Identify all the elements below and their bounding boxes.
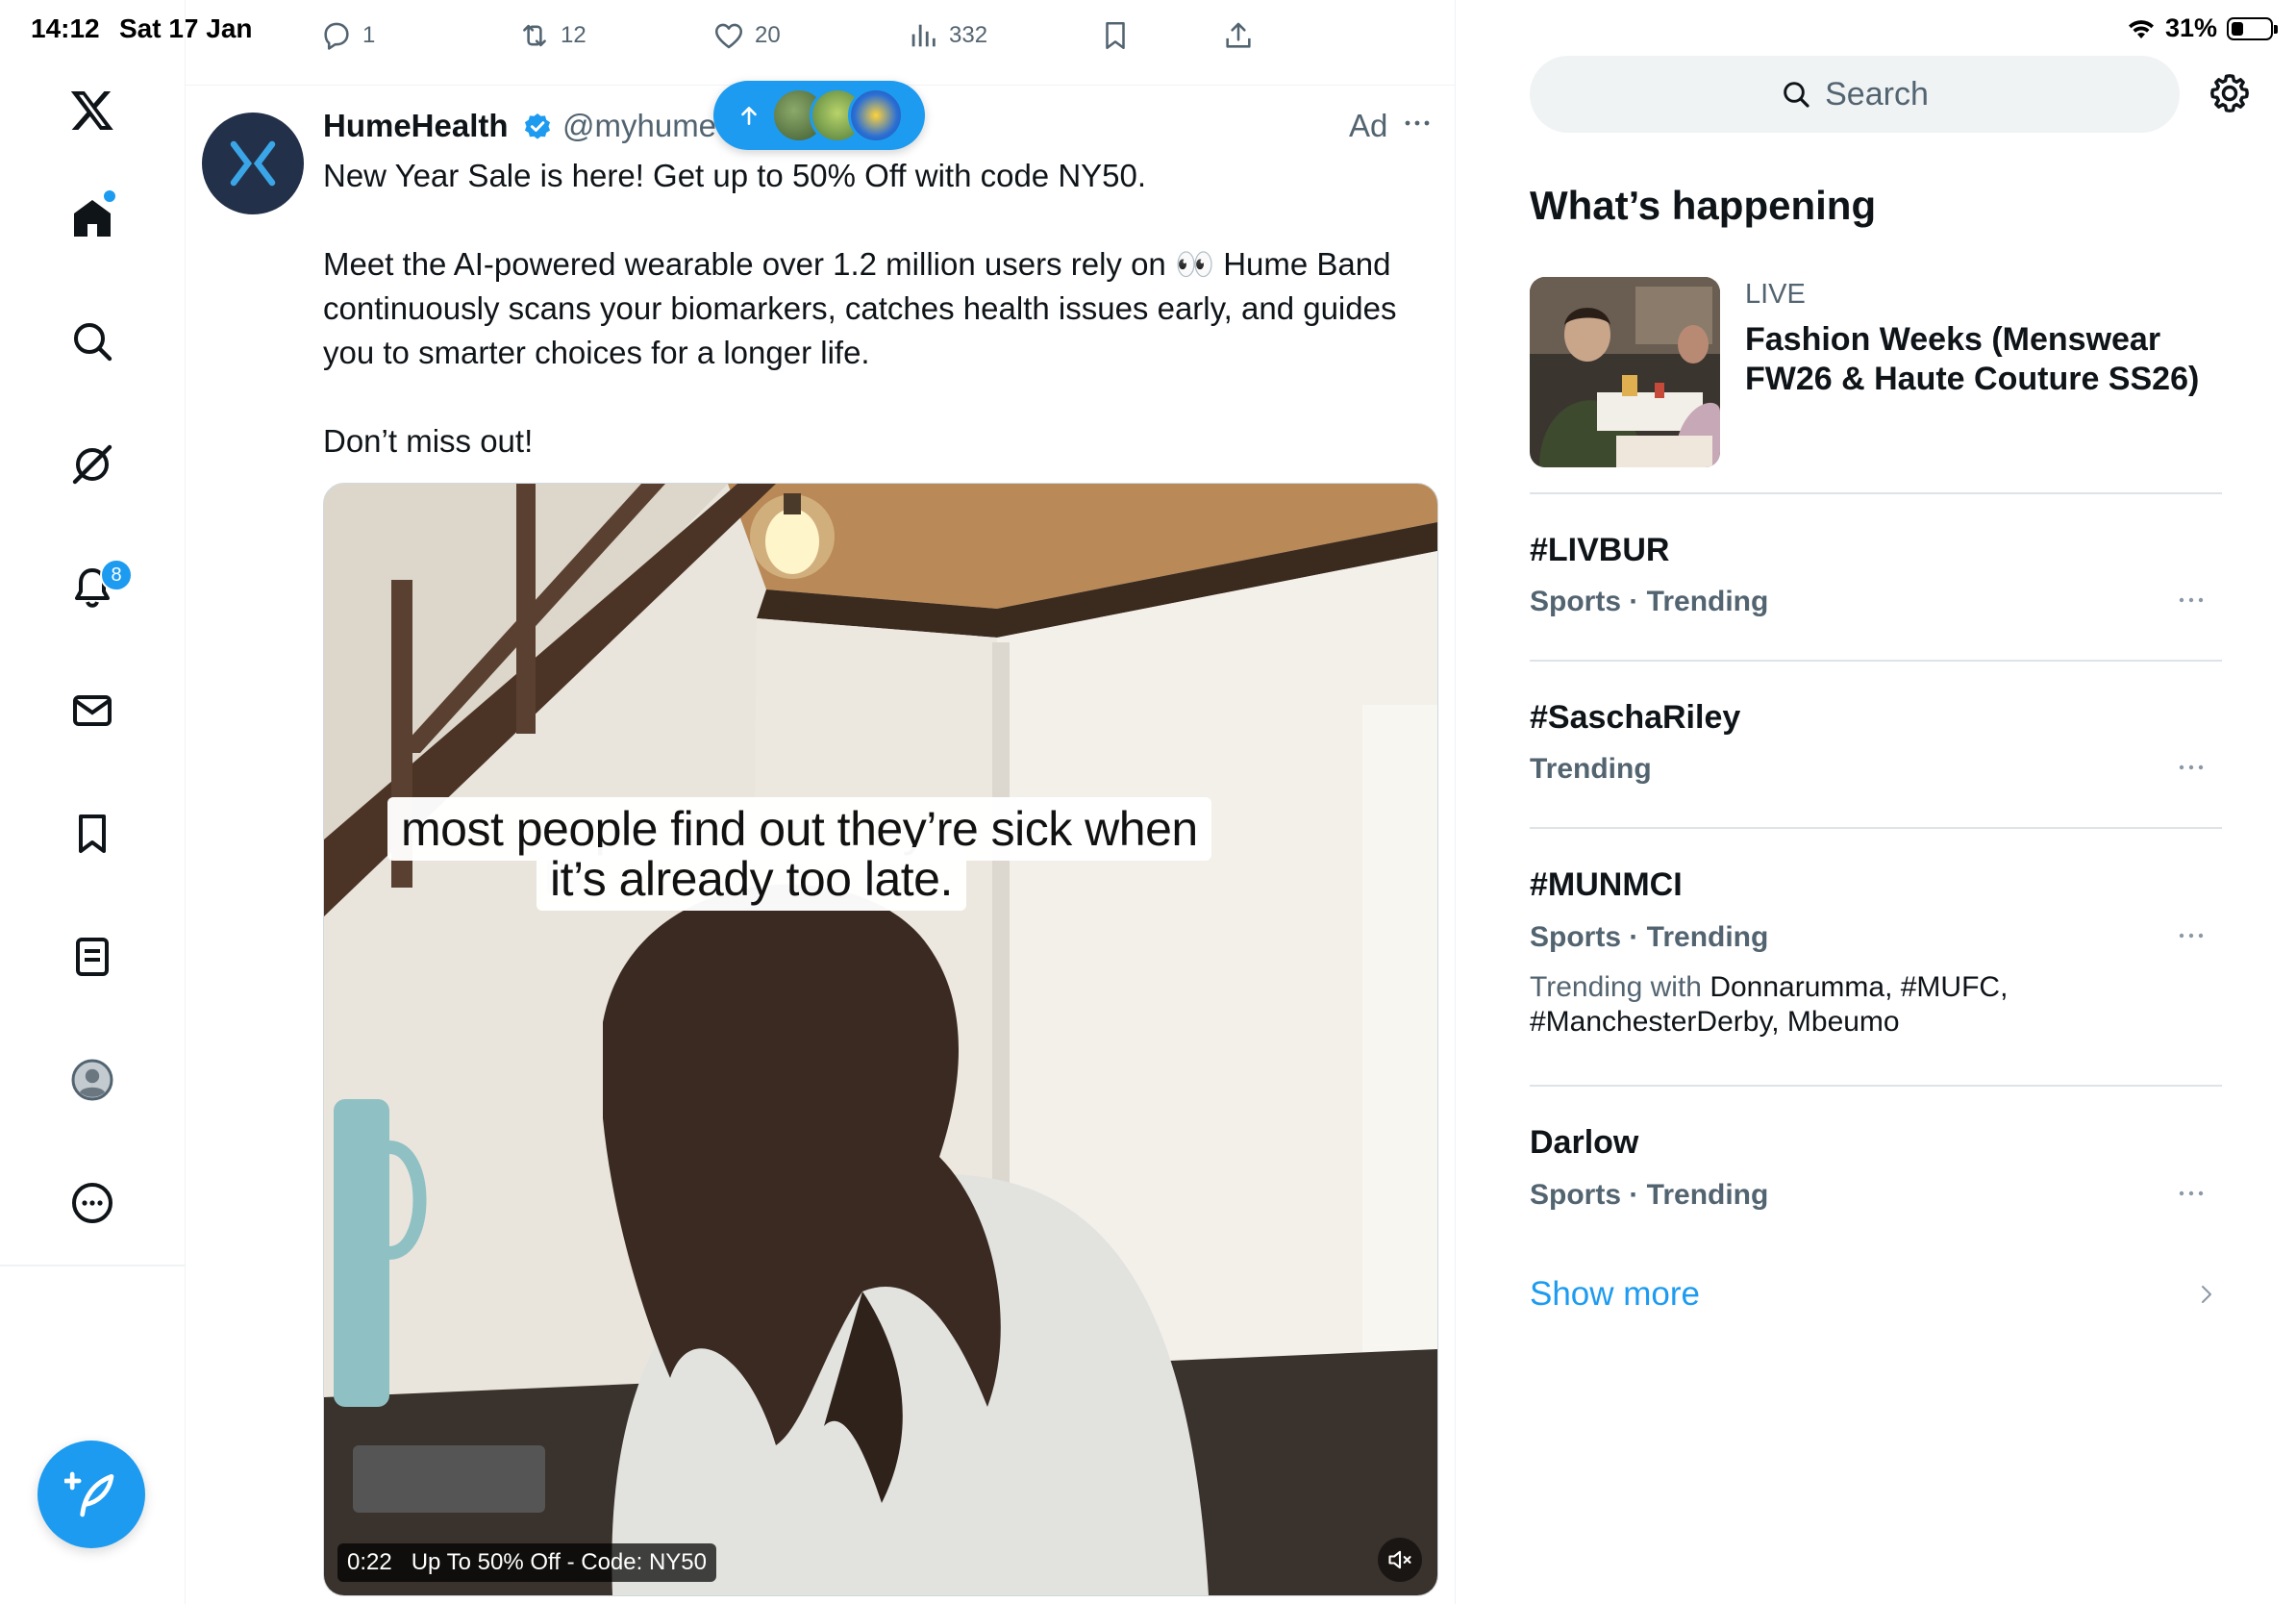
compose-icon	[64, 1471, 114, 1517]
trend-meta: Sports · Trending	[1530, 921, 1769, 953]
chevron-right-icon[interactable]	[2198, 1281, 2215, 1308]
author-name[interactable]: HumeHealth	[323, 108, 509, 144]
video-info-badge: 0:22 Up To 50% Off - Code: NY50	[337, 1543, 716, 1582]
search-bar[interactable]: Search	[1530, 56, 2180, 133]
search-placeholder: Search	[1825, 75, 1929, 113]
battery-fill	[2232, 21, 2243, 36]
lists-icon[interactable]	[44, 909, 140, 1005]
arrow-up-icon	[741, 107, 757, 125]
heart-icon	[714, 23, 743, 49]
settings-gear-icon[interactable]	[2208, 71, 2252, 115]
share-icon	[1226, 22, 1251, 48]
bookmarks-icon[interactable]	[44, 786, 140, 882]
battery-icon	[2227, 16, 2278, 40]
author-handle[interactable]: @myhume	[562, 108, 716, 144]
reply-count: 1	[362, 22, 376, 48]
grok-icon[interactable]	[44, 416, 140, 513]
trend-divider	[1530, 1085, 2222, 1087]
trend-more-icon[interactable]	[2177, 1182, 2206, 1205]
pill-avatar	[848, 88, 904, 143]
previous-tweet-actions: 1 12 20 332	[186, 0, 1455, 86]
trend-more-icon[interactable]	[2177, 589, 2206, 612]
compose-button[interactable]	[37, 1441, 145, 1548]
share-button[interactable]	[1222, 19, 1255, 52]
bookmark-button[interactable]	[1099, 19, 1132, 52]
live-event-title[interactable]: Fashion Weeks (Menswear FW26 & Haute Cou…	[1745, 320, 2207, 399]
trend-divider	[1530, 660, 2222, 662]
notifications-badge: 8	[100, 559, 133, 591]
views-count: 332	[949, 22, 988, 48]
home-icon[interactable]	[44, 170, 140, 266]
video-caption-line2: it’s already too late.	[537, 847, 966, 911]
trend-meta: Sports · Trending	[1530, 586, 1769, 617]
search-icon	[1784, 82, 1809, 108]
reply-button[interactable]: 1	[320, 19, 375, 52]
muted-speaker-icon	[1388, 1550, 1411, 1569]
like-button[interactable]: 20	[712, 19, 781, 52]
video-duration: 0:22	[347, 1549, 392, 1575]
live-label: LIVE	[1745, 279, 1806, 310]
author-avatar[interactable]	[202, 113, 304, 214]
retweet-button[interactable]: 12	[518, 19, 586, 52]
wifi-icon	[2127, 17, 2156, 40]
profile-icon[interactable]	[44, 1032, 140, 1128]
trending-with-label: Trending with	[1530, 971, 1702, 1003]
tweet-paragraph: Don’t miss out!	[323, 423, 534, 459]
like-count: 20	[755, 22, 781, 48]
mute-button[interactable]	[1378, 1538, 1422, 1582]
trend-divider	[1530, 827, 2222, 829]
video-promo-text: Up To 50% Off - Code: NY50	[411, 1549, 707, 1575]
trending-with: Trending with Donnarumma, #MUFC, #Manche…	[1530, 970, 2068, 1040]
x-logo-icon[interactable]	[44, 62, 140, 158]
views-button[interactable]: 332	[907, 19, 987, 52]
live-event-thumbnail[interactable]	[1530, 277, 1720, 467]
trend-more-icon[interactable]	[2177, 756, 2206, 779]
trend-divider	[1530, 492, 2222, 494]
trend-title[interactable]: #MUNMCI	[1530, 866, 1683, 904]
more-icon[interactable]	[44, 1155, 140, 1251]
reply-icon	[324, 22, 349, 50]
bookmark-icon	[1106, 21, 1125, 50]
new-posts-pill[interactable]	[713, 81, 925, 150]
home-badge	[102, 188, 117, 204]
trend-meta: Sports · Trending	[1530, 1179, 1769, 1211]
battery-percent: 31%	[2164, 13, 2217, 42]
show-more-link[interactable]: Show more	[1530, 1275, 1700, 1314]
section-title: What’s happening	[1530, 183, 1877, 228]
retweet-icon	[523, 24, 546, 47]
tweet-more-icon[interactable]	[1402, 110, 1433, 137]
tweet-video[interactable]: most people find out they’re sick when i…	[323, 483, 1438, 1596]
verified-badge-icon	[522, 112, 553, 142]
messages-icon[interactable]	[44, 663, 140, 759]
tweet-text: New Year Sale is here! Get up to 50% Off…	[323, 154, 1438, 508]
trend-meta: Trending	[1530, 753, 1652, 785]
views-icon	[911, 24, 936, 47]
hume-logo-icon	[230, 140, 276, 187]
trend-more-icon[interactable]	[2177, 924, 2206, 947]
search-icon[interactable]	[44, 293, 140, 389]
retweet-count: 12	[561, 22, 586, 48]
trend-title[interactable]: #SaschaRiley	[1530, 699, 1740, 737]
trend-title[interactable]: #LIVBUR	[1530, 532, 1669, 569]
ad-label: Ad	[1349, 108, 1388, 143]
status-right: 31%	[2127, 13, 2278, 43]
nav-divider	[0, 1265, 185, 1266]
tweet-paragraph: New Year Sale is here! Get up to 50% Off…	[323, 158, 1147, 193]
trend-title[interactable]: Darlow	[1530, 1124, 1638, 1162]
tweet-paragraph: Meet the AI-powered wearable over 1.2 mi…	[323, 246, 1397, 370]
video-frame	[324, 484, 1437, 1595]
